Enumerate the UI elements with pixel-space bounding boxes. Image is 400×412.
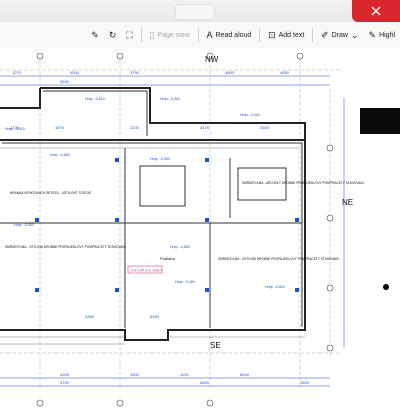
- add-text-label: Add text: [278, 31, 305, 39]
- elevation-label: Hmp. -0,800: [50, 153, 70, 157]
- entrance-callout: VSTUP DO HALY: [131, 268, 163, 273]
- read-aloud-label: Read aloud: [215, 31, 252, 39]
- draw-edit-button[interactable]: ✎: [86, 25, 104, 45]
- window-title-bar: [0, 0, 400, 23]
- elevation-label: Hmp. -0,200: [160, 97, 180, 101]
- highlight-button[interactable]: ✎ Highl: [364, 25, 400, 45]
- floor-plan-drawing: NW NE SE 1270 4200 3750 4500 4950 5920 1…: [0, 52, 364, 407]
- elevation-label: Hmp. -0,450: [175, 280, 195, 284]
- dimension-label: 4200: [70, 70, 80, 75]
- dimension-label: 4500: [225, 70, 235, 75]
- highlight-label: Highl: [379, 31, 396, 39]
- highlight-icon: ✎: [368, 29, 377, 40]
- document-viewer[interactable]: NW NE SE 1270 4200 3750 4500 4950 5920 1…: [0, 48, 400, 412]
- room-tag: Podlaha: [160, 256, 175, 261]
- elevation-label: Hmp. -0,010: [5, 127, 25, 131]
- read-aloud-button[interactable]: A Read aloud: [201, 25, 256, 45]
- dimension-label: 3475: [200, 125, 210, 130]
- dimension-label: 2500: [260, 125, 270, 130]
- fit-page-icon: ⛶: [126, 29, 133, 40]
- orientation-ne: NE: [342, 198, 353, 207]
- pen-icon: ✎: [91, 29, 99, 40]
- draw-icon: ✐: [321, 29, 329, 40]
- dimension-label: 5920: [60, 79, 70, 84]
- redaction-mark: [372, 110, 400, 128]
- dimension-label: 6500: [200, 380, 210, 385]
- orientation-se: SE: [210, 341, 221, 350]
- pdf-toolbar: ✎ ↻ ⛶ ▯ Page view A Read aloud ⊡ Add tex…: [0, 22, 400, 49]
- add-text-icon: ⊡: [268, 29, 276, 40]
- room-note: HRANNA VENKOVNICH RETEZU - VSTUVNIT TOST…: [10, 191, 91, 195]
- room-note: SMRDES KMA - VSTUVNI DROBNE PROPAJEDLOVY…: [5, 245, 126, 249]
- fit-page-button[interactable]: ⛶: [121, 25, 137, 45]
- toolbar-separator: [259, 28, 261, 42]
- chevron-down-icon: ⌄: [350, 29, 359, 40]
- toolbar-separator: [312, 28, 314, 42]
- dimension-label: 1270: [12, 70, 22, 75]
- dimension-label: 4950: [280, 70, 290, 75]
- draw-label: Draw: [331, 31, 348, 39]
- elevation-label: Hmp. -0,500: [265, 285, 285, 289]
- rotate-button[interactable]: ↻: [104, 25, 122, 45]
- dimension-label: 4300: [60, 372, 70, 377]
- toolbar-separator: [197, 28, 199, 42]
- add-text-button[interactable]: ⊡ Add text: [263, 25, 309, 45]
- toolbar-separator: [140, 28, 142, 42]
- elevation-label: Hmp. -0,020: [240, 113, 260, 117]
- page-view-label: Page view: [157, 31, 190, 39]
- dimension-label: 1870: [55, 125, 65, 130]
- dimension-label: 1130: [180, 372, 189, 377]
- cursor-dot: [383, 284, 389, 290]
- elevation-label: Hmp. -0,900: [150, 157, 170, 161]
- page-view-button[interactable]: ▯ Page view: [144, 25, 194, 45]
- draw-button[interactable]: ✐ Draw ⌄: [316, 25, 363, 45]
- title-bar-tab[interactable]: [175, 4, 215, 20]
- dimension-label: 3750: [130, 70, 140, 75]
- dimension-label: 3700: [60, 380, 70, 385]
- read-aloud-icon: A: [206, 29, 213, 40]
- dimension-label: 1500: [130, 372, 140, 377]
- dimension-label: 3450: [85, 314, 95, 319]
- rotate-icon: ↻: [108, 29, 117, 40]
- page-view-icon: ▯: [149, 29, 155, 40]
- elevation-label: Hmp. -0,600: [170, 245, 190, 249]
- orientation-nw: NW: [205, 55, 219, 64]
- elevation-label: Hmp. -0,610: [85, 97, 105, 101]
- dimension-label: 2200: [130, 125, 140, 130]
- elevation-label: Hmp. -0,300: [14, 223, 34, 227]
- dimension-label: 6450: [150, 314, 160, 319]
- close-icon: [371, 6, 381, 16]
- room-note: SMRDES KMA - VSTUVNI DROBNE PROPAJEDLOVY…: [218, 257, 339, 261]
- close-button[interactable]: [352, 0, 400, 22]
- dimension-label: 6900: [240, 372, 250, 377]
- dimension-label: 1500: [300, 380, 310, 385]
- room-note: SMRDES KMA - ARCHOLT DROBNE PROPAJEDLOVY…: [242, 181, 364, 185]
